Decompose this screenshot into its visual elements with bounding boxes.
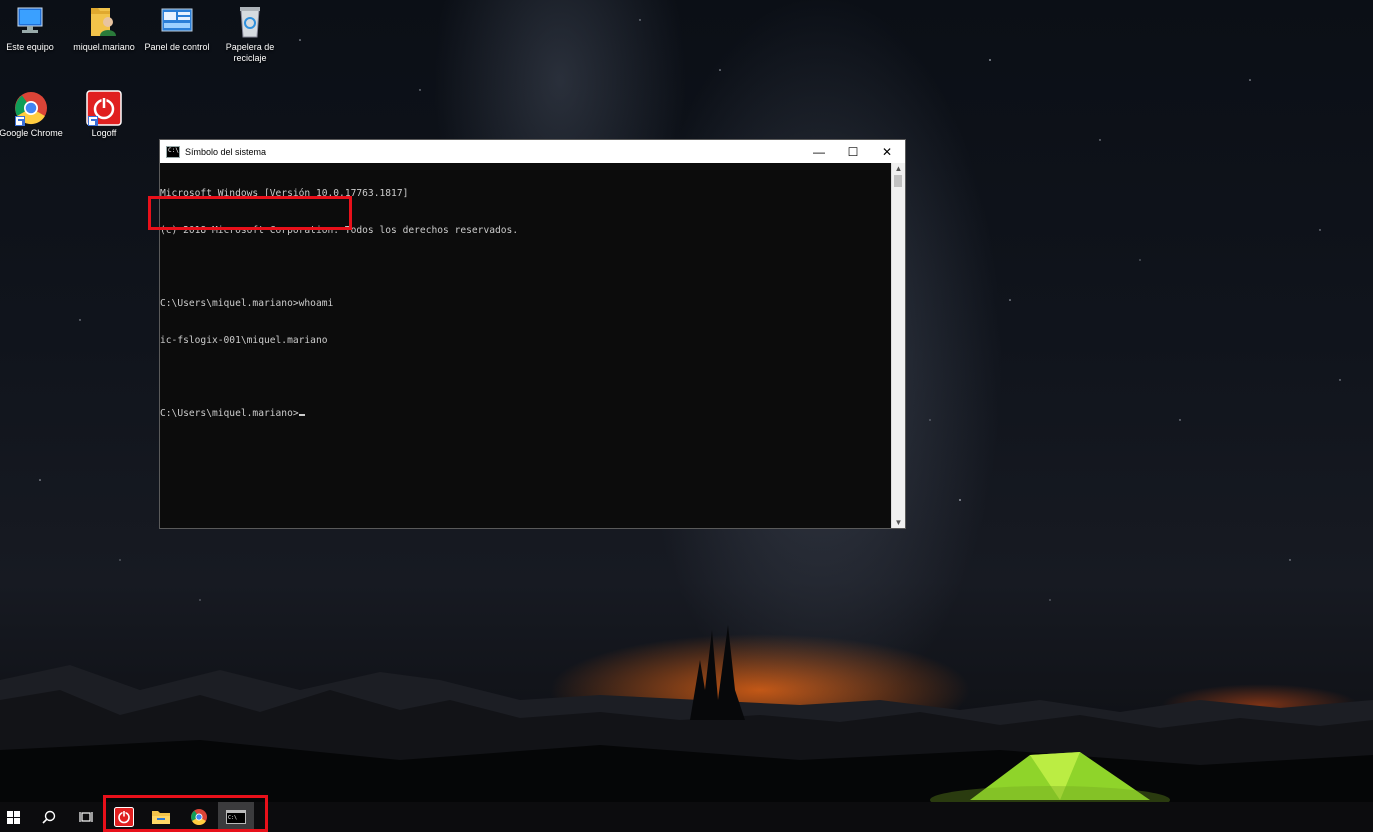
desktop-icon-logoff[interactable]: Logoff: [67, 90, 141, 139]
window-title: Símbolo del sistema: [185, 146, 267, 157]
highlight-whoami-box: [148, 196, 352, 230]
desktop-icon-label: miquel.mariano: [73, 42, 135, 52]
console-prompt: C:\Users\miquel.mariano>: [160, 407, 299, 419]
console-prompt-line[interactable]: C:\Users\miquel.mariano>: [160, 408, 891, 420]
desktop-icon-label: Papelera de reciclaje: [225, 42, 275, 63]
console-line: ic-fslogix-001\miquel.mariano: [160, 334, 328, 346]
windows-logo-icon: [6, 810, 20, 824]
search-button[interactable]: [31, 802, 67, 832]
desktop-icon-user-folder[interactable]: miquel.mariano: [67, 4, 141, 53]
scroll-up-icon[interactable]: ▲: [892, 163, 905, 174]
vertical-scrollbar[interactable]: ▲ ▼: [891, 163, 905, 528]
close-button[interactable]: ✕: [870, 140, 904, 163]
task-view-button[interactable]: [68, 802, 104, 832]
desktop-icon-label: Google Chrome: [0, 128, 63, 138]
console-line: C:\Users\miquel.mariano>whoami: [160, 298, 334, 310]
text-cursor: [298, 413, 305, 416]
desktop-icon-label: Logoff: [91, 128, 117, 138]
shortcut-arrow-icon: [88, 116, 98, 126]
computer-icon: [12, 4, 48, 40]
control-panel-icon: [159, 4, 195, 40]
task-view-icon: [79, 812, 93, 822]
start-button[interactable]: [0, 802, 26, 832]
user-folder-icon: [86, 4, 122, 40]
desktop-icon-google-chrome[interactable]: Google Chrome: [0, 90, 68, 139]
shortcut-arrow-icon: [15, 116, 25, 126]
window-titlebar[interactable]: C:\ Símbolo del sistema — ☐ ✕: [160, 140, 905, 163]
power-icon: [86, 90, 122, 126]
maximize-button[interactable]: ☐: [836, 140, 870, 163]
desktop-icon-panel-de-control[interactable]: Panel de control: [140, 4, 214, 53]
chrome-icon: [13, 90, 49, 126]
search-icon: [42, 810, 56, 824]
scroll-down-icon[interactable]: ▼: [892, 517, 905, 528]
desktop-icon-papelera[interactable]: Papelera de reciclaje: [213, 4, 287, 64]
desktop-icon-label: Panel de control: [144, 42, 210, 52]
highlight-taskbar-box: [103, 795, 268, 832]
desktop-icon-label: Este equipo: [6, 42, 54, 52]
recycle-bin-icon: [232, 4, 268, 40]
desktop-icon-este-equipo[interactable]: Este equipo: [0, 4, 67, 53]
scrollbar-thumb[interactable]: [894, 175, 902, 187]
cmd-icon: C:\: [166, 145, 180, 158]
minimize-button[interactable]: —: [802, 140, 836, 163]
